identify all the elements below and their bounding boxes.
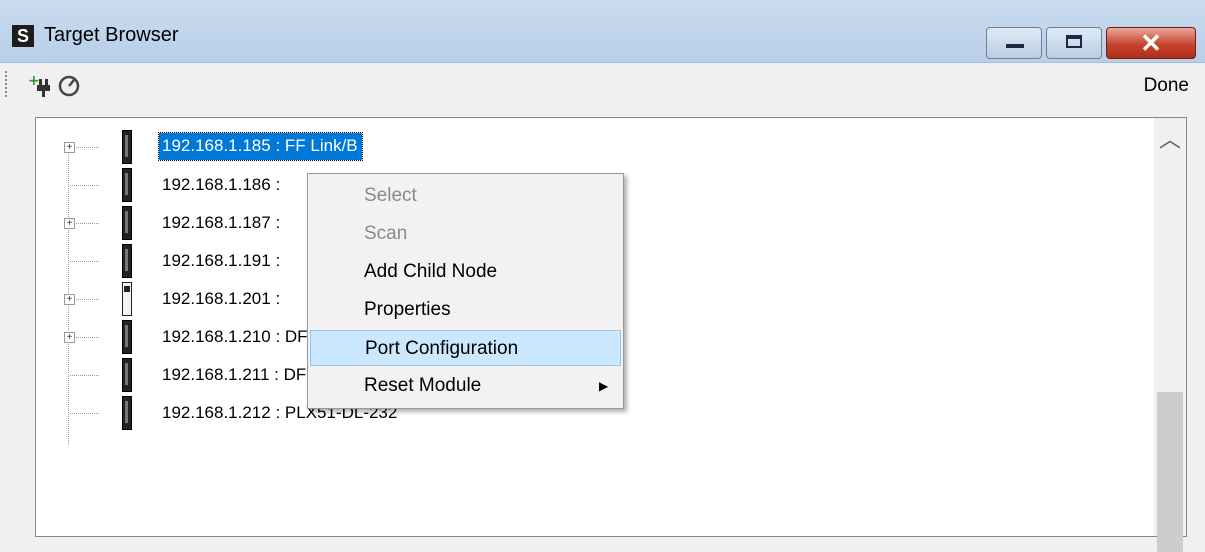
menu-item-properties[interactable]: Properties — [310, 292, 621, 328]
menu-item-label: Select — [364, 185, 417, 206]
tree-connector — [76, 299, 100, 300]
tree-connector — [70, 185, 100, 186]
tree-connector — [70, 413, 100, 414]
vertical-scrollbar[interactable]: ︿ — [1154, 118, 1186, 552]
menu-item-label: Scan — [364, 223, 408, 244]
menu-item-port-configuration[interactable]: Port Configuration — [310, 330, 621, 366]
browse-icon[interactable] — [56, 73, 82, 99]
expand-icon[interactable]: + — [64, 218, 75, 229]
minimize-icon — [1006, 44, 1024, 48]
module-icon — [122, 320, 132, 354]
expand-icon[interactable]: + — [64, 294, 75, 305]
menu-item-add-child-node[interactable]: Add Child Node — [310, 254, 621, 290]
submenu-arrow-icon: ▶ — [599, 379, 609, 393]
tree-connector — [76, 147, 100, 148]
module-icon — [122, 206, 132, 240]
module-icon — [122, 168, 132, 202]
context-menu: Select Scan Add Child Node Properties Po… — [307, 173, 624, 409]
tree-node-label[interactable]: 192.168.1.191 : — [162, 251, 280, 271]
module-icon — [122, 396, 132, 430]
menu-item-label: Reset Module — [364, 375, 482, 396]
expand-icon[interactable]: + — [64, 142, 75, 153]
expand-icon[interactable]: + — [64, 332, 75, 343]
tree-connector — [70, 261, 100, 262]
tree-node-label[interactable]: 192.168.1.201 : — [162, 289, 280, 309]
tree-node-label[interactable]: 192.168.1.185 : FF Link/B — [158, 132, 363, 161]
menu-item-label: Add Child Node — [364, 261, 498, 282]
close-button[interactable]: ✕ — [1106, 27, 1196, 59]
tree-node[interactable]: + 192.168.1.185 : FF Link/B — [36, 128, 1136, 166]
done-button[interactable]: Done — [1144, 75, 1189, 97]
tree-connector — [76, 337, 100, 338]
module-icon — [122, 244, 132, 278]
menu-item-reset-module[interactable]: Reset Module ▶ — [310, 368, 621, 404]
title-bar: S Target Browser ✕ — [0, 0, 1205, 63]
scrollbar-thumb[interactable] — [1157, 392, 1183, 552]
minimize-button[interactable] — [986, 27, 1042, 59]
close-icon: ✕ — [1140, 28, 1162, 58]
tree-connector — [76, 223, 100, 224]
tree-node-label[interactable]: 192.168.1.186 : — [162, 175, 280, 195]
chevron-up-icon[interactable]: ︿ — [1154, 118, 1186, 158]
toolbar: + Done — [0, 63, 1205, 107]
toolbar-grip[interactable] — [5, 71, 7, 99]
window-title: Target Browser — [44, 24, 179, 46]
app-icon[interactable]: S — [12, 25, 34, 47]
maximize-button[interactable] — [1046, 27, 1102, 59]
menu-item-scan[interactable]: Scan — [310, 216, 621, 252]
module-icon — [122, 282, 132, 316]
tree-node-label[interactable]: 192.168.1.187 : — [162, 213, 280, 233]
module-icon — [122, 358, 132, 392]
add-device-icon[interactable]: + — [28, 73, 54, 99]
tree-connector — [70, 375, 100, 376]
menu-item-label: Properties — [364, 299, 451, 320]
menu-item-select[interactable]: Select — [310, 178, 621, 214]
module-icon — [122, 130, 132, 164]
menu-item-label: Port Configuration — [365, 338, 519, 359]
maximize-icon — [1066, 35, 1082, 48]
